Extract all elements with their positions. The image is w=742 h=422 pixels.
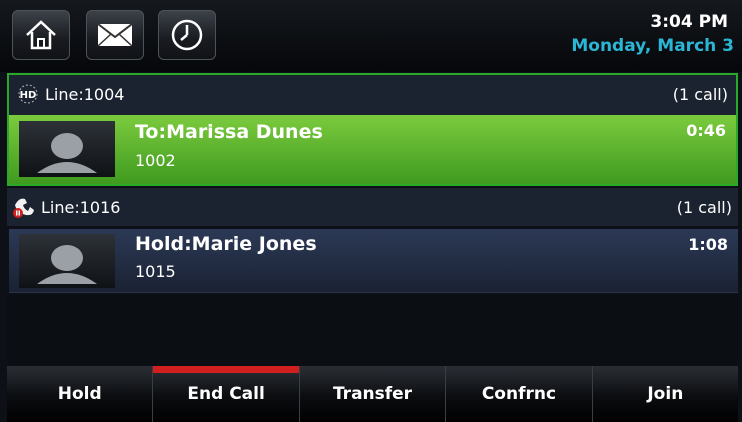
avatar <box>19 234 115 288</box>
hd-audio-icon: HD <box>18 84 38 104</box>
avatar <box>19 121 115 177</box>
home-button[interactable] <box>12 10 70 60</box>
held-call-icon <box>13 198 34 218</box>
end-call-softkey[interactable]: End Call <box>153 366 300 422</box>
clock-icon <box>171 19 203 51</box>
top-bar: 3:04 PM Monday, March 3 <box>0 0 742 72</box>
hold-softkey[interactable]: Hold <box>7 366 154 422</box>
transfer-softkey[interactable]: Transfer <box>299 366 447 422</box>
clock-time: 3:04 PM <box>650 12 728 32</box>
call-party-name: Hold:Marie Jones <box>135 233 317 255</box>
phone-screen: 3:04 PM Monday, March 3 HD Line:1004 (1 … <box>0 0 742 422</box>
held-call[interactable]: Hold:Marie Jones 1015 1:08 <box>9 229 738 293</box>
softkey-bar: Hold End Call Transfer Confrnc Join <box>7 366 739 422</box>
call-party-number: 1002 <box>135 151 176 170</box>
line-header: HD Line:1004 (1 call) <box>9 75 736 113</box>
clock-date: Monday, March 3 <box>571 36 734 56</box>
empty-area <box>7 294 738 366</box>
contact-silhouette-icon <box>37 133 97 173</box>
messages-button[interactable] <box>86 10 144 60</box>
call-timer: 0:46 <box>686 121 726 140</box>
active-call[interactable]: To:Marissa Dunes 1002 0:46 <box>9 115 736 184</box>
join-softkey[interactable]: Join <box>592 366 739 422</box>
line-1004[interactable]: HD Line:1004 (1 call) To:Marissa Dunes 1… <box>7 73 738 186</box>
home-icon <box>26 20 56 50</box>
contact-silhouette-icon <box>37 245 97 284</box>
call-party-name: To:Marissa Dunes <box>135 121 323 143</box>
call-timer: 1:08 <box>688 235 728 254</box>
svg-text:HD: HD <box>20 90 37 101</box>
line-1016-header[interactable]: Line:1016 (1 call) <box>7 188 738 226</box>
line-label: Line:1004 <box>45 84 125 104</box>
call-party-number: 1015 <box>135 262 176 281</box>
conference-softkey[interactable]: Confrnc <box>446 366 593 422</box>
line-call-count: (1 call) <box>676 197 732 217</box>
messages-icon <box>97 23 133 47</box>
line-call-count: (1 call) <box>672 84 728 104</box>
recent-calls-button[interactable] <box>158 10 216 60</box>
line-label: Line:1016 <box>41 197 121 217</box>
